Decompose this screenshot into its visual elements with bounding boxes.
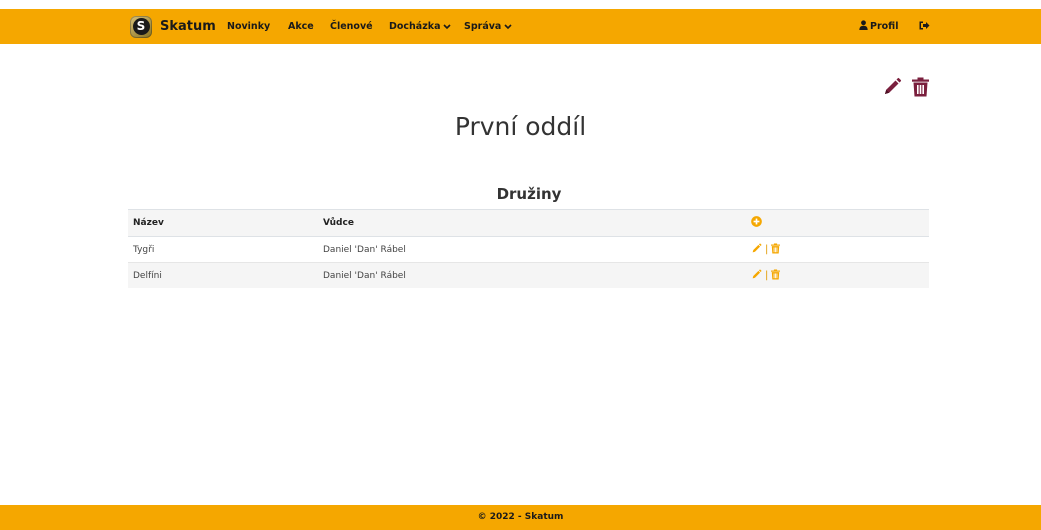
brand-link[interactable]: S Skatum <box>130 9 216 44</box>
chevron-down-icon <box>443 23 452 30</box>
nav-item-label: Akce <box>288 21 314 32</box>
pencil-icon[interactable] <box>751 242 762 257</box>
column-header-leader: Vůdce <box>323 218 354 228</box>
nav-item-dochazka[interactable]: Docházka <box>389 9 452 44</box>
action-separator: | <box>765 244 769 255</box>
nav-item-akce[interactable]: Akce <box>288 9 314 44</box>
logout-button[interactable] <box>919 9 930 44</box>
nav-item-sprava[interactable]: Správa <box>464 9 512 44</box>
profile-label: Profil <box>870 21 899 32</box>
cell-actions: | <box>746 237 929 263</box>
nav-item-label: Docházka <box>389 21 441 32</box>
user-icon <box>859 20 868 33</box>
footer-text: © 2022 - Skatum <box>477 512 564 522</box>
nav-item-label: Správa <box>464 21 502 32</box>
nav-item-label: Členové <box>330 21 373 32</box>
trash-icon[interactable] <box>771 268 781 283</box>
section-title: Družiny <box>496 185 562 203</box>
trash-icon[interactable] <box>771 242 781 257</box>
table-row: Tygři Daniel 'Dan' Rábel | <box>128 237 929 263</box>
brand-logo: S <box>130 15 152 38</box>
action-separator: | <box>765 270 769 281</box>
cell-actions: | <box>746 263 929 289</box>
table-header-row: Název Vůdce <box>128 209 929 237</box>
brand-logo-letter: S <box>132 18 150 35</box>
navbar: S Skatum Novinky Akce Členové Docházka S… <box>0 9 1041 44</box>
nav-item-label: Novinky <box>227 21 271 32</box>
trash-icon[interactable] <box>912 77 929 101</box>
nav-item-novinky[interactable]: Novinky <box>227 9 270 44</box>
column-header-actions <box>746 210 929 237</box>
table-row: Delfíni Daniel 'Dan' Rábel | <box>128 262 929 289</box>
pencil-icon[interactable] <box>751 268 762 283</box>
cell-name: Delfíni <box>133 270 162 281</box>
page-title: První oddíl <box>454 112 587 141</box>
pencil-icon[interactable] <box>882 77 902 101</box>
page-actions <box>882 77 929 101</box>
footer: © 2022 - Skatum <box>0 505 1041 530</box>
profile-link[interactable]: Profil <box>859 9 898 44</box>
column-header-name: Název <box>133 218 164 228</box>
nav-item-clenove[interactable]: Členové <box>330 9 373 44</box>
brand-name: Skatum <box>160 19 216 34</box>
patrols-table: Název Vůdce Tygři Daniel 'Dan' Rábel | D… <box>128 209 929 288</box>
cell-leader: Daniel 'Dan' Rábel <box>323 270 406 281</box>
cell-name: Tygři <box>133 244 155 255</box>
chevron-down-icon <box>504 23 512 30</box>
plus-circle-icon[interactable] <box>751 216 762 230</box>
sign-out-icon <box>919 21 930 33</box>
cell-leader: Daniel 'Dan' Rábel <box>323 244 406 255</box>
